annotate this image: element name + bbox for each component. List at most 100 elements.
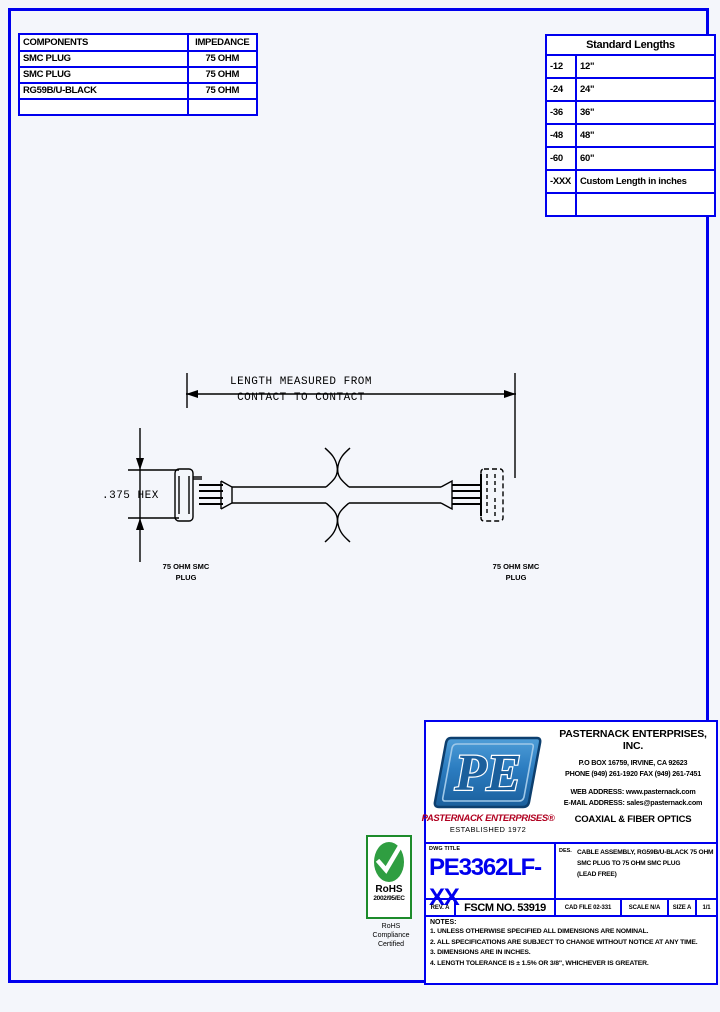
table-row xyxy=(18,98,259,116)
length-code: -48 xyxy=(545,123,577,148)
description-label: DES. xyxy=(559,848,572,854)
length-code: -60 xyxy=(545,146,577,171)
svg-text:PE: PE xyxy=(454,745,521,802)
dwg-title-cell: DWG TITLE PE3362LF-XX xyxy=(426,844,556,911)
cable-break-symbol xyxy=(324,447,351,543)
length-value: 12" xyxy=(575,54,716,79)
notes-title: NOTES: xyxy=(430,919,457,926)
scale-field: SCALE N/A xyxy=(622,900,669,915)
company-web-address: WEB ADDRESS: www.pasternack.com xyxy=(570,787,696,796)
left-connector xyxy=(174,468,233,522)
table-row xyxy=(545,192,716,217)
company-established: ESTABLISHED 1972 xyxy=(449,825,527,834)
table-header-row: COMPONENTS IMPEDANCE xyxy=(18,33,259,52)
table-row: -24 24" xyxy=(545,77,716,102)
left-connector-label-line2: PLUG xyxy=(176,573,197,582)
company-logo-brand: PASTERNACK ENTERPRISES® xyxy=(421,813,555,824)
component-impedance: 75 OHM xyxy=(186,82,259,100)
revision-row: REV. A FSCM NO. 53919 CAD FILE 02-331 SC… xyxy=(426,900,716,917)
description-line3: (LEAD FREE) xyxy=(577,871,617,878)
length-value: 24" xyxy=(575,77,716,102)
description-line1: CABLE ASSEMBLY, RG59B/U-BLACK 75 OHM xyxy=(577,849,714,856)
table-row: RG59B/U-BLACK 75 OHM xyxy=(18,82,259,100)
company-address: P.O BOX 16759, IRVINE, CA 92623 xyxy=(578,758,688,767)
cable-assembly-drawing: LENGTH MEASURED FROM CONTACT TO CONTACT … xyxy=(101,366,581,631)
title-block: PE PASTERNACK ENTERPRISES® ESTABLISHED 1… xyxy=(422,720,718,985)
note-item: 2. ALL SPECIFICATIONS ARE SUBJECT TO CHA… xyxy=(430,938,698,946)
company-logo: PE PASTERNACK ENTERPRISES® ESTABLISHED 1… xyxy=(422,722,555,842)
hex-dimension-label: .375 HEX xyxy=(102,490,159,502)
length-code xyxy=(545,192,577,217)
note-item: 4. LENGTH TOLERANCE IS ± 1.5% OR 3/8", W… xyxy=(430,959,649,967)
description-text: CABLE ASSEMBLY, RG59B/U-BLACK 75 OHM SMC… xyxy=(577,847,713,898)
table-row: -48 48" xyxy=(545,123,716,148)
right-connector-label-line2: PLUG xyxy=(506,573,527,582)
table-row: -12 12" xyxy=(545,54,716,79)
length-value: 60" xyxy=(575,146,716,171)
rohs-check-icon xyxy=(372,841,406,883)
drawing-frame: COMPONENTS IMPEDANCE SMC PLUG 75 OHM SMC… xyxy=(8,8,718,985)
dwg-title-label: DWG TITLE xyxy=(429,846,461,852)
component-name: SMC PLUG xyxy=(18,66,189,84)
length-value xyxy=(575,192,716,217)
table-row: -36 36" xyxy=(545,100,716,125)
rohs-caption-line1: RoHS xyxy=(381,923,401,930)
table-row: -XXX Custom Length in inches xyxy=(545,169,716,194)
company-phone-fax: PHONE (949) 261-1920 FAX (949) 261-7451 xyxy=(564,769,702,778)
description-line2: SMC PLUG TO 75 OHM SMC PLUG xyxy=(577,860,681,867)
company-tagline: COAXIAL & FIBER OPTICS xyxy=(574,814,692,825)
table-row: SMC PLUG 75 OHM xyxy=(18,66,259,84)
components-table: COMPONENTS IMPEDANCE SMC PLUG 75 OHM SMC… xyxy=(18,33,259,116)
component-impedance xyxy=(186,98,259,116)
impedance-header: IMPEDANCE xyxy=(186,33,259,52)
company-name: PASTERNACK ENTERPRISES, INC. xyxy=(559,728,707,752)
length-code: -24 xyxy=(545,77,577,102)
left-connector-label-line1: 75 OHM SMC xyxy=(163,562,210,571)
rohs-badge: RoHS 2002/95/EC xyxy=(366,835,412,919)
length-code: -36 xyxy=(545,100,577,125)
description-cell: DES. CABLE ASSEMBLY, RG59B/U-BLACK 75 OH… xyxy=(556,844,716,898)
length-code: -12 xyxy=(545,54,577,79)
cad-file-field: CAD FILE 02-331 xyxy=(556,900,622,915)
length-value: Custom Length in inches xyxy=(575,169,716,194)
component-name: SMC PLUG xyxy=(18,50,189,68)
dwg-title-row: DWG TITLE PE3362LF-XX DES. CABLE ASSEMBL… xyxy=(426,844,716,911)
right-connector-label-line1: 75 OHM SMC xyxy=(493,562,540,571)
length-value: 48" xyxy=(575,123,716,148)
table-row: -60 60" xyxy=(545,146,716,171)
table-row: SMC PLUG 75 OHM xyxy=(18,50,259,68)
company-email-address: E-MAIL ADDRESS: sales@pasternack.com xyxy=(563,798,703,807)
sheet-field: 1/1 xyxy=(702,904,711,911)
components-header: COMPONENTS xyxy=(18,33,189,52)
note-item: 1. UNLESS OTHERWISE SPECIFIED ALL DIMENS… xyxy=(430,928,649,935)
component-impedance: 75 OHM xyxy=(186,66,259,84)
cable-body-left xyxy=(232,486,326,504)
rohs-word: RoHS xyxy=(375,884,403,895)
rohs-caption-line2: Compliance xyxy=(372,932,410,939)
length-dimension-line xyxy=(186,373,516,478)
notes-section: NOTES: 1. UNLESS OTHERWISE SPECIFIED ALL… xyxy=(426,917,716,971)
lengths-title-row: Standard Lengths xyxy=(545,34,716,56)
revision-field: REV. A xyxy=(426,900,456,915)
company-row: PE PASTERNACK ENTERPRISES® ESTABLISHED 1… xyxy=(422,722,716,844)
size-field: SIZE A xyxy=(669,900,697,915)
rohs-block: RoHS 2002/95/EC RoHS Compliance Certifie… xyxy=(366,835,416,949)
note-item: 3. DIMENSIONS ARE IN INCHES. xyxy=(430,949,531,956)
cable-body-right xyxy=(349,486,441,504)
right-connector xyxy=(440,468,504,522)
component-impedance: 75 OHM xyxy=(186,50,259,68)
length-value: 36" xyxy=(575,100,716,125)
rohs-caption-line3: Certified xyxy=(377,941,405,948)
rohs-caption: RoHS Compliance Certified xyxy=(366,922,416,949)
company-info: PASTERNACK ENTERPRISES, INC. P.O BOX 167… xyxy=(550,722,716,842)
standard-lengths-title: Standard Lengths xyxy=(545,34,716,56)
component-name: RG59B/U-BLACK xyxy=(18,82,189,100)
length-note-line2: CONTACT TO CONTACT xyxy=(237,392,365,404)
component-name xyxy=(18,98,189,116)
rohs-directive: 2002/95/EC xyxy=(373,895,405,902)
pe-logo-icon: PE xyxy=(433,732,543,812)
length-code: -XXX xyxy=(545,169,577,194)
length-note-line1: LENGTH MEASURED FROM xyxy=(230,376,372,388)
standard-lengths-table: Standard Lengths -12 12" -24 24" -36 36"… xyxy=(545,34,716,217)
fscm-field: FSCM NO. 53919 xyxy=(456,900,556,915)
